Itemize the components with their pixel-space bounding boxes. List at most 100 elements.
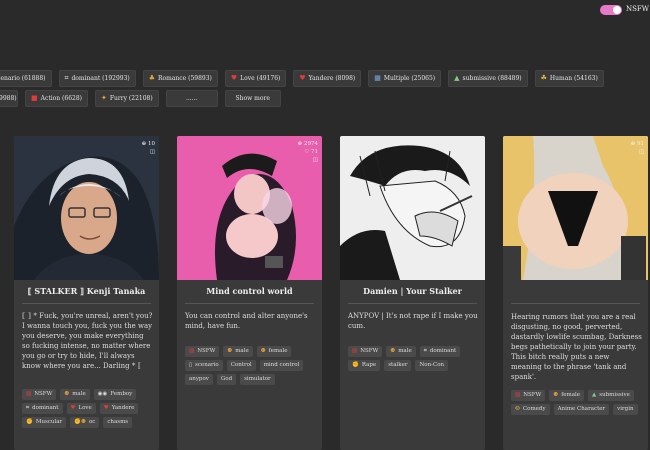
character-card[interactable]: ⊕ 40 ◫ Damien | Your Stalker ANYPOV | It… xyxy=(340,136,485,450)
tag[interactable]: ☻ male xyxy=(386,346,416,357)
tag[interactable]: anypov xyxy=(185,374,213,385)
tag[interactable]: ▲ submissive xyxy=(588,390,634,401)
tag[interactable]: Control xyxy=(226,360,256,371)
tag-chip-partial[interactable]: 9988) xyxy=(0,90,18,107)
tag[interactable]: ✊☻ oc xyxy=(70,417,100,428)
tag-chip-label: submissive (88489) xyxy=(462,75,522,82)
tag-label: Yandere xyxy=(111,405,135,411)
tag-chip-action[interactable]: ■ Action (6628) xyxy=(25,90,88,107)
tag-label: oc xyxy=(88,419,96,425)
scenario-icon: ▯ xyxy=(189,362,193,368)
character-card[interactable]: ⊕ 91 ◫ Hearing rumors that you are a rea… xyxy=(503,136,648,450)
tag-label: Love xyxy=(78,405,92,411)
tag[interactable]: simulator xyxy=(240,374,275,385)
chat-count: ⊕ 40 xyxy=(467,141,481,147)
card-stats: ⊕ 10 ◫ xyxy=(142,140,155,156)
show-more-button[interactable]: Show more xyxy=(224,90,281,107)
tag[interactable]: ⌗ dominant xyxy=(419,346,461,357)
tag[interactable]: mind control xyxy=(259,360,304,371)
tag-chip-label: Yandere (8098) xyxy=(308,75,356,82)
card-tags: ▨ NSFW ☻ male ☻ female ▯ scenario Control mi… xyxy=(185,346,318,388)
tag-label: God xyxy=(220,376,233,382)
fist-icon: ✊ xyxy=(352,362,359,368)
tag-label: male xyxy=(235,348,249,354)
character-card[interactable]: ⊕ 2974 ♡ 71 ◫ Mind control world You can… xyxy=(177,136,322,450)
card-description: ANYPOV | It's not rape if I make you cum… xyxy=(348,312,478,330)
card-description: ⟦ ⟧ * Fuck, you're unreal, aren't you? I… xyxy=(22,312,153,370)
tag[interactable]: ▨ NSFW xyxy=(348,346,383,357)
tag[interactable]: stalker xyxy=(384,360,412,371)
hash-icon: ⌗ xyxy=(423,348,427,354)
tag-label: Anime Character xyxy=(557,406,606,412)
paw-icon: ✦ xyxy=(100,94,107,102)
tag[interactable]: ▯ scenario xyxy=(185,360,223,371)
tag[interactable]: chasms xyxy=(103,417,133,428)
tag-label: female xyxy=(561,392,581,398)
tag-label: Comedy xyxy=(522,406,546,412)
tag-chip-dominant[interactable]: ⌗ dominant (192993) xyxy=(58,70,136,87)
bookmark-icon[interactable]: ◫ xyxy=(468,148,481,156)
heart-icon: ♥ xyxy=(103,405,109,411)
face-icon: ☻ xyxy=(390,348,396,354)
tag[interactable]: ☻ male xyxy=(60,389,90,400)
tag-label: submissive xyxy=(599,392,630,398)
face-icon: ☻ xyxy=(260,348,266,354)
tag-label: stalker xyxy=(388,362,408,368)
tag[interactable]: Non-Con xyxy=(415,360,449,371)
muscle-icon: ✊ xyxy=(26,419,33,425)
tag-chip-love[interactable]: ♥ Love (49176) xyxy=(224,70,287,87)
tag-chip-submissive[interactable]: ▲ submissive (88489) xyxy=(448,70,528,87)
tag[interactable]: ▨ NSFW xyxy=(511,390,546,401)
tag-chip-yandere[interactable]: ♥ Yandere (8098) xyxy=(293,70,362,87)
tag[interactable]: ▨ NSFW xyxy=(22,389,57,400)
tag-label: Non-Con xyxy=(419,362,445,368)
tag-label: Femboy xyxy=(110,391,133,397)
face-icon: ☻ xyxy=(227,348,233,354)
hash-icon: ⌗ xyxy=(64,74,69,82)
tag-label: NSFW xyxy=(34,391,53,397)
more-tags-ellipsis[interactable]: ...... xyxy=(165,90,218,107)
tag-chip-label: Multiple (25065) xyxy=(383,75,436,82)
tag[interactable]: ✊ Rape xyxy=(348,360,381,371)
nsfw-toggle[interactable] xyxy=(600,5,622,15)
heart-icon: ♥ xyxy=(70,405,76,411)
tag[interactable]: ◉◉ Femboy xyxy=(93,389,137,400)
tag[interactable]: ♥ Love xyxy=(66,403,96,414)
tag[interactable]: ▨ NSFW xyxy=(185,346,220,357)
human-icon: ☘ xyxy=(540,74,547,82)
tag[interactable]: ☺ Comedy xyxy=(511,404,550,415)
bookmark-icon[interactable]: ◫ xyxy=(298,156,318,164)
tag-chip-label: Love (49176) xyxy=(240,75,281,82)
tag-chip-label: dominant (192993) xyxy=(71,75,130,82)
character-card[interactable]: ⊕ 10 ◫ ⟦ STALKER ⟧ Kenji Tanaka ⟦ ⟧ * Fu… xyxy=(14,136,159,450)
tag-chip-scenario[interactable]: scenario (61888) xyxy=(0,70,52,87)
tag-chip-romance[interactable]: ♣ Romance (59893) xyxy=(142,70,218,87)
tag-label: virgin xyxy=(617,406,634,412)
tag-chip-multiple[interactable]: ▦ Multiple (25065) xyxy=(368,70,442,87)
tag[interactable]: Anime Character xyxy=(553,404,610,415)
tag-chip-human[interactable]: ☘ Human (54163) xyxy=(534,70,604,87)
tag[interactable]: ☻ female xyxy=(549,390,585,401)
tag[interactable]: ♥ Yandere xyxy=(99,403,139,414)
tag-chip-label: Romance (59893) xyxy=(158,75,212,82)
chat-count: ⊕ 91 xyxy=(630,141,644,147)
tag[interactable]: ⌗ dominant xyxy=(22,403,63,414)
card-stats: ⊕ 40 ◫ xyxy=(468,140,481,156)
card-tags: ▨ NSFW ☻ female ▲ submissive ☺ Comedy Anime … xyxy=(511,390,644,418)
bookmark-icon[interactable]: ◫ xyxy=(631,148,644,156)
tag[interactable]: ☻ female xyxy=(256,346,292,357)
tag[interactable]: God xyxy=(216,374,237,385)
tag[interactable]: ✊ Muscular xyxy=(22,417,67,428)
tag[interactable]: ☻ male xyxy=(223,346,253,357)
nsfw-icon: ▨ xyxy=(26,391,32,397)
tag-chip-label: 9988) xyxy=(0,95,17,102)
like-count: ♡ 71 xyxy=(304,149,318,155)
tag[interactable]: virgin xyxy=(613,404,638,415)
tag-chip-furry[interactable]: ✦ Furry (22108) xyxy=(94,90,159,107)
chat-count: ⊕ 10 xyxy=(141,141,155,147)
character-avatar-image xyxy=(340,136,485,280)
tag-label: mind control xyxy=(263,362,300,368)
nsfw-icon: ▨ xyxy=(189,348,195,354)
card-description: Hearing rumors that you are a real disgu… xyxy=(511,313,642,381)
bookmark-icon[interactable]: ◫ xyxy=(142,148,155,156)
